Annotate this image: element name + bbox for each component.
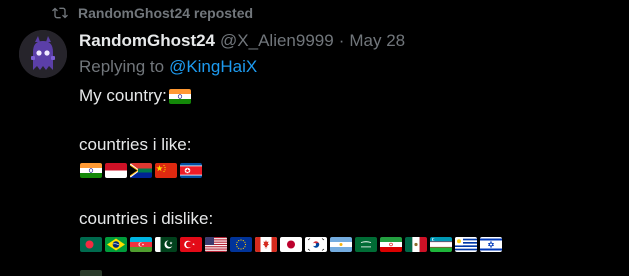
flag-united-states-icon [205,237,227,252]
post-date[interactable]: May 28 [349,31,405,51]
user-handle[interactable]: @X_Alien9999 [220,31,334,51]
flag-israel-icon [480,237,502,252]
repost-icon [52,7,68,19]
flag-japan-icon [280,237,302,252]
likes-text: countries i like: [79,135,192,154]
flag-brazil-icon [105,237,127,252]
liked-flags-row [80,163,205,178]
post-header: RandomGhost24 @X_Alien9999 · May 28 [79,29,405,53]
replying-to: Replying to @KingHaiX [79,55,257,79]
post-line-dislikes: countries i dislike: [79,207,213,231]
flag-south-africa-icon [130,163,152,178]
flag-turkey-icon [180,237,202,252]
ghost-avatar-icon [19,30,67,78]
post-line-my-country: My country: [79,84,194,108]
repost-label: RandomGhost24 reposted [78,5,254,21]
display-name[interactable]: RandomGhost24 [79,31,215,51]
flag-bangladesh-icon [80,237,102,252]
flag-saudi-arabia-icon [355,237,377,252]
flag-mexico-icon [405,237,427,252]
flag-north-korea-icon [180,163,202,178]
dislikes-text: countries i dislike: [79,209,214,228]
disliked-flags-row [80,237,505,252]
flag-south-korea-icon [305,237,327,252]
flag-indonesia-icon [105,163,127,178]
replying-label: Replying to [79,57,165,76]
next-element-cutoff [80,270,102,276]
flag-uruguay-icon [455,237,477,252]
separator-dot: · [338,31,345,50]
my-country-text: My country: [79,86,167,105]
flag-uzbekistan-icon [430,237,452,252]
repost-indicator: RandomGhost24 reposted [52,3,253,23]
flag-azerbaijan-icon [130,237,152,252]
avatar[interactable] [19,30,67,78]
post-line-likes: countries i like: [79,133,191,157]
flag-pakistan-icon [155,237,177,252]
flag-european-union-icon [230,237,252,252]
flag-canada-icon [255,237,277,252]
flag-india-icon [168,88,191,104]
flag-argentina-icon [330,237,352,252]
flag-iran-icon [380,237,402,252]
mention-link[interactable]: @KingHaiX [169,57,257,77]
flag-china-icon [155,163,177,178]
flag-india-icon [80,163,102,178]
